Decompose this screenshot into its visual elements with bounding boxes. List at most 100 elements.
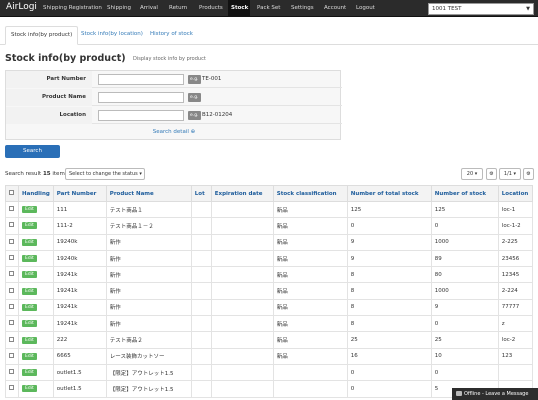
expiration-date-cell (210, 200, 274, 219)
nav-pack-set[interactable]: Pack Set (254, 0, 283, 17)
edit-button[interactable]: Edit (22, 303, 37, 311)
table-row[interactable]: Edit 19241k 新作 新品 8 1000 2-224 (5, 282, 534, 300)
edit-button[interactable]: Edit (22, 255, 37, 263)
stock-cell: 0 (430, 217, 499, 235)
edit-button[interactable]: Edit (22, 206, 37, 214)
edit-button[interactable]: Edit (22, 369, 37, 377)
row-select-cell[interactable] (5, 266, 19, 284)
location-cell: 2-225 (497, 233, 534, 251)
row-select-cell[interactable] (5, 217, 19, 235)
col-location[interactable]: Location (497, 185, 534, 202)
stock-table: Handling Part Number Product Name Lot Ex… (5, 185, 534, 398)
gear-icon[interactable]: ⚙ (523, 168, 534, 180)
tab-history-of-stock[interactable]: History of stock (145, 26, 198, 45)
lot-cell (190, 282, 212, 300)
offline-chat-bar[interactable]: Offline - Leave a Message (452, 388, 538, 400)
row-checkbox[interactable] (9, 303, 14, 309)
nav-stock[interactable]: Stock (228, 0, 250, 17)
stock-cell: 0 (430, 363, 499, 382)
table-row[interactable]: Edit 19241k 新作 新品 8 0 z (5, 315, 534, 333)
edit-button[interactable]: Edit (22, 238, 37, 246)
row-checkbox[interactable] (9, 238, 14, 244)
product-name-cell: 新作 (105, 233, 192, 251)
edit-button[interactable]: Edit (22, 222, 37, 230)
row-checkbox[interactable] (9, 385, 14, 391)
table-row[interactable]: Edit 6665 レース装飾カットソー 新品 16 10 123 (5, 347, 534, 365)
edit-button[interactable]: Edit (22, 385, 37, 393)
edit-button[interactable]: Edit (22, 271, 37, 279)
row-checkbox[interactable] (9, 222, 14, 228)
search-result-summary: Search result 15 items (5, 171, 68, 177)
product-name-input[interactable] (98, 92, 184, 103)
col-product-name[interactable]: Product Name (105, 185, 192, 202)
change-status-select[interactable]: Select to change the status ▾ (65, 168, 145, 180)
nav-return[interactable]: Return (166, 0, 190, 17)
row-checkbox[interactable] (9, 320, 14, 326)
row-checkbox[interactable] (9, 352, 14, 358)
row-select-cell[interactable] (5, 363, 19, 382)
table-row[interactable]: Edit outlet1.5 【限定】アウトレット1.5 0 0 (5, 363, 534, 382)
row-checkbox[interactable] (9, 206, 14, 212)
table-row[interactable]: Edit 111-2 テスト商品１－２ 新品 0 0 loc-1-2 (5, 217, 534, 235)
stock-cell: 10 (430, 347, 499, 365)
search-button[interactable]: Search (5, 145, 60, 158)
settings-gear-icon[interactable]: ⚙ (486, 168, 497, 180)
part-number-input[interactable] (98, 74, 184, 85)
col-handling[interactable]: Handling (18, 185, 54, 202)
location-label: Location (6, 107, 92, 124)
part-number-cell: 111-2 (52, 217, 107, 235)
row-select-cell[interactable] (5, 380, 19, 398)
row-checkbox[interactable] (9, 255, 14, 261)
col-part-number[interactable]: Part Number (52, 185, 107, 202)
col-number-of-total-stock[interactable]: Number of total stock (346, 185, 432, 202)
table-row[interactable]: Edit 19241k 新作 新品 8 80 12345 (5, 266, 534, 284)
col-lot[interactable]: Lot (190, 185, 212, 202)
table-row[interactable]: Edit 19240k 新作 新品 9 1000 2-225 (5, 233, 534, 251)
row-checkbox[interactable] (9, 287, 14, 293)
edit-button[interactable]: Edit (22, 287, 37, 295)
row-select-cell[interactable] (5, 315, 19, 333)
row-select-cell[interactable] (5, 331, 19, 349)
nav-logout[interactable]: Logout (353, 0, 378, 17)
nav-shipping-registration[interactable]: Shipping Registration (40, 0, 105, 17)
location-input[interactable] (98, 110, 184, 121)
row-select-cell[interactable] (5, 282, 19, 300)
nav-settings[interactable]: Settings (288, 0, 317, 17)
row-checkbox[interactable] (9, 271, 14, 277)
nav-products[interactable]: Products (196, 0, 226, 17)
col-expiration-date[interactable]: Expiration date (210, 185, 274, 202)
per-page-select[interactable]: 20 ▾ (461, 168, 483, 180)
table-row[interactable]: Edit 19241k 新作 新品 8 9 77777 (5, 298, 534, 317)
row-checkbox[interactable] (9, 369, 14, 375)
row-select-cell[interactable] (5, 298, 19, 317)
edit-button[interactable]: Edit (22, 336, 37, 344)
row-select-cell[interactable] (5, 200, 19, 219)
col-number-of-stock[interactable]: Number of stock (430, 185, 499, 202)
expiration-date-cell (210, 331, 274, 349)
edit-button[interactable]: Edit (22, 320, 37, 328)
user-select[interactable]: 1001 TEST ▼ (428, 3, 534, 15)
page-select[interactable]: 1/1 ▾ (499, 168, 521, 180)
row-select-cell[interactable] (5, 233, 19, 251)
table-row[interactable]: Edit 111 テスト商品１ 新品 125 125 loc-1 (5, 200, 534, 219)
row-checkbox[interactable] (9, 336, 14, 342)
edit-button[interactable]: Edit (22, 352, 37, 360)
row-select-cell[interactable] (5, 249, 19, 268)
tab-stock-by-product[interactable]: Stock info(by product) (5, 26, 79, 45)
select-all-checkbox[interactable] (9, 190, 14, 195)
select-all-header[interactable] (5, 185, 19, 202)
tab-stock-by-location[interactable]: Stock info(by location) (76, 26, 148, 45)
nav-shipping[interactable]: Shipping (104, 0, 134, 17)
search-detail-link[interactable]: Search detail ⊕ (6, 125, 342, 139)
col-stock-classification[interactable]: Stock classification (272, 185, 348, 202)
brand-logo[interactable]: AirLogi (6, 2, 37, 12)
table-row[interactable]: Edit 19240k 新作 新品 9 89 23456 (5, 249, 534, 268)
handling-cell: Edit (18, 331, 54, 349)
table-row[interactable]: Edit 222 テスト商品２ 新品 25 25 loc-2 (5, 331, 534, 349)
row-select-cell[interactable] (5, 347, 19, 365)
expiration-date-cell (210, 266, 274, 284)
location-cell: 23456 (497, 249, 534, 268)
nav-account[interactable]: Account (321, 0, 349, 17)
nav-arrival[interactable]: Arrival (137, 0, 161, 17)
stock-cell: 25 (430, 331, 499, 349)
